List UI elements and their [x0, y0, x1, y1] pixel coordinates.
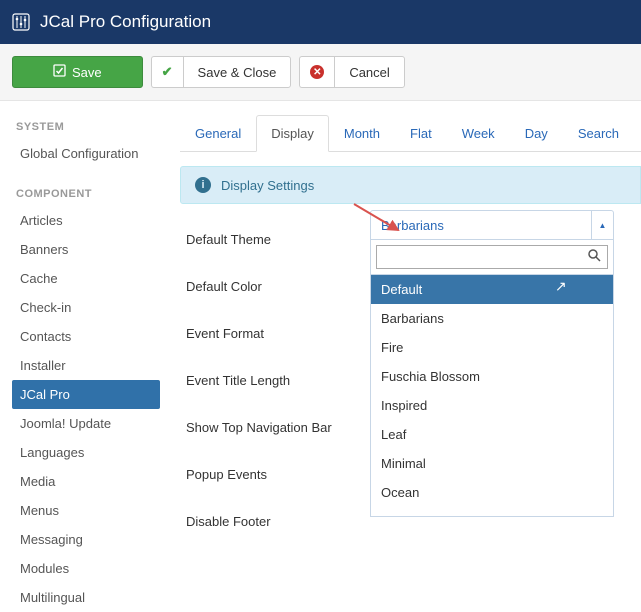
form-label: Event Format — [186, 326, 371, 341]
save-button[interactable]: Save — [12, 56, 143, 88]
sidebar-item[interactable]: Articles — [12, 206, 160, 235]
sidebar-item[interactable]: Joomla! Update — [12, 409, 160, 438]
sidebar-item-global-config[interactable]: Global Configuration — [12, 139, 160, 168]
form-label: Popup Events — [186, 467, 371, 482]
sidebar-item[interactable]: Multilingual — [12, 583, 160, 612]
dropdown-option[interactable]: Sky — [371, 507, 613, 517]
save-label: Save — [72, 65, 102, 80]
dropdown-selected: Barbarians — [371, 211, 591, 239]
tab[interactable]: Day — [510, 115, 563, 151]
search-icon — [582, 249, 607, 265]
tab[interactable]: Search — [563, 115, 634, 151]
dropdown-list[interactable]: Default↖BarbariansFireFuschia BlossomIns… — [370, 275, 614, 517]
sidebar-item[interactable]: JCal Pro — [12, 380, 160, 409]
tab[interactable]: Week — [447, 115, 510, 151]
sidebar-item[interactable]: Cache — [12, 264, 160, 293]
toolbar: Save ✔ Save & Close ✕ Cancel — [0, 44, 641, 101]
close-icon: ✕ — [310, 65, 324, 79]
dropdown-option[interactable]: Barbarians — [371, 304, 613, 333]
sidebar-item[interactable]: Languages — [12, 438, 160, 467]
dropdown-button[interactable]: Barbarians ▲ — [370, 210, 614, 240]
sidebar: SYSTEM Global Configuration COMPONENT Ar… — [0, 115, 170, 612]
tab[interactable]: Display — [256, 115, 329, 152]
save-close-icon-button[interactable]: ✔ — [151, 56, 183, 88]
form-label: Event Title Length — [186, 373, 371, 388]
form-label: Show Top Navigation Bar — [186, 420, 371, 435]
tab[interactable]: Month — [329, 115, 395, 151]
dropdown-option[interactable]: Default↖ — [371, 275, 613, 304]
sidebar-item[interactable]: Installer — [12, 351, 160, 380]
form-label: Disable Footer — [186, 514, 371, 529]
dropdown-option[interactable]: Fuschia Blossom — [371, 362, 613, 391]
sidebar-item[interactable]: Check-in — [12, 293, 160, 322]
dropdown-search — [370, 240, 614, 275]
page-header: JCal Pro Configuration — [0, 0, 641, 44]
dropdown-option[interactable]: Inspired — [371, 391, 613, 420]
sidebar-item[interactable]: Contacts — [12, 322, 160, 351]
cancel-button[interactable]: Cancel — [334, 56, 404, 88]
chevron-up-icon: ▲ — [591, 211, 613, 239]
cancel-icon-button[interactable]: ✕ — [299, 56, 334, 88]
tab-bar: GeneralDisplayMonthFlatWeekDaySearch — [180, 115, 641, 152]
dropdown-option[interactable]: Ocean — [371, 478, 613, 507]
info-banner-text: Display Settings — [221, 178, 314, 193]
cursor-icon: ↖ — [555, 278, 567, 295]
sidebar-item[interactable]: Messaging — [12, 525, 160, 554]
form-label: Default Theme — [186, 232, 371, 247]
page-title: JCal Pro Configuration — [40, 12, 211, 32]
sidebar-item[interactable]: Banners — [12, 235, 160, 264]
dropdown-option[interactable]: Fire — [371, 333, 613, 362]
theme-dropdown[interactable]: Barbarians ▲ Default↖BarbariansFireFusch… — [370, 210, 614, 517]
checkmark-icon: ✔ — [162, 64, 173, 80]
sliders-icon — [12, 13, 30, 31]
dropdown-option[interactable]: Minimal — [371, 449, 613, 478]
tab[interactable]: General — [180, 115, 256, 151]
form-label: Default Color — [186, 279, 371, 294]
save-close-button[interactable]: Save & Close — [183, 56, 292, 88]
sidebar-item[interactable]: Menus — [12, 496, 160, 525]
dropdown-option[interactable]: Leaf — [371, 420, 613, 449]
info-banner: i Display Settings — [180, 166, 641, 204]
tab[interactable]: Flat — [395, 115, 447, 151]
dropdown-search-input[interactable] — [377, 250, 582, 265]
sidebar-item[interactable]: Modules — [12, 554, 160, 583]
sidebar-heading-component: COMPONENT — [12, 182, 160, 206]
save-icon — [53, 64, 66, 80]
info-icon: i — [195, 177, 211, 193]
sidebar-heading-system: SYSTEM — [12, 115, 160, 139]
main-panel: GeneralDisplayMonthFlatWeekDaySearch i D… — [170, 115, 641, 612]
sidebar-item[interactable]: Media — [12, 467, 160, 496]
